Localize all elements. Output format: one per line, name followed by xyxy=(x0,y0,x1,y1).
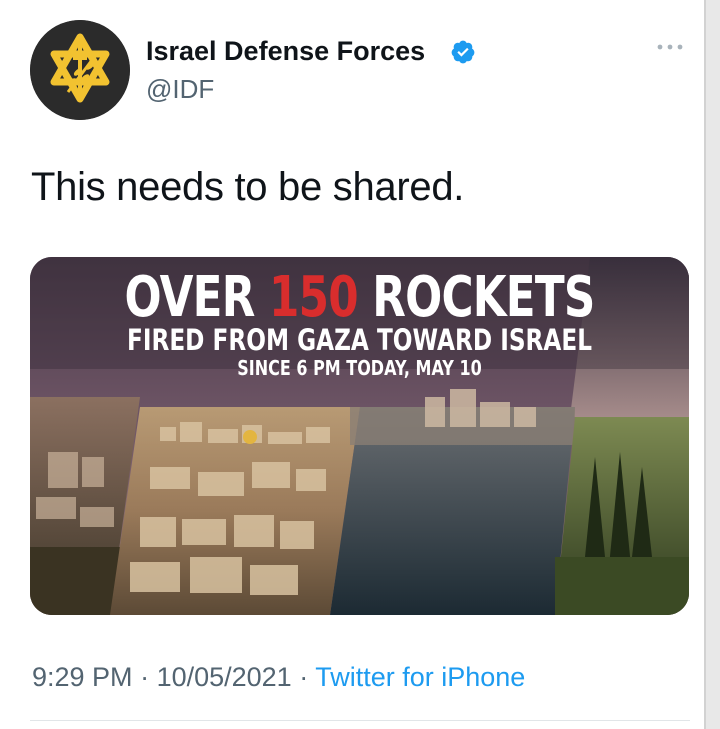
tweet-date[interactable]: 10/05/2021 xyxy=(157,662,292,692)
tweet-source-link[interactable]: Twitter for iPhone xyxy=(315,662,525,692)
media-subheadline: FIRED FROM GAZA TOWARD ISRAEL xyxy=(126,323,593,357)
verified-badge-icon xyxy=(451,40,475,64)
author-name[interactable]: Israel Defense Forces xyxy=(146,36,425,67)
meta-separator: · xyxy=(132,662,157,692)
headline-prefix: OVER xyxy=(124,265,269,330)
author-handle[interactable]: @IDF xyxy=(146,74,214,105)
panel-edge xyxy=(704,0,706,729)
headline-suffix: ROCKETS xyxy=(357,265,595,330)
tweet-time[interactable]: 9:29 PM xyxy=(32,662,133,692)
media-headline: OVER 150 ROCKETS xyxy=(102,265,616,330)
scrollbar-track xyxy=(706,0,720,729)
meta-separator: · xyxy=(291,662,316,692)
tweet-text: This needs to be shared. xyxy=(31,165,465,209)
tweet-metadata: 9:29 PM · 10/05/2021 · Twitter for iPhon… xyxy=(32,662,525,693)
tweet-media-image[interactable]: OVER 150 ROCKETS FIRED FROM GAZA TOWARD … xyxy=(30,257,689,615)
headline-number: 150 xyxy=(268,265,359,330)
media-dateline: SINCE 6 PM TODAY, MAY 10 xyxy=(237,356,482,380)
more-options-icon[interactable] xyxy=(652,36,688,58)
divider xyxy=(30,720,690,721)
tweet-card: Israel Defense Forces @IDF This needs to… xyxy=(0,0,704,729)
author-avatar[interactable] xyxy=(30,20,130,120)
idf-emblem-icon xyxy=(30,20,130,120)
